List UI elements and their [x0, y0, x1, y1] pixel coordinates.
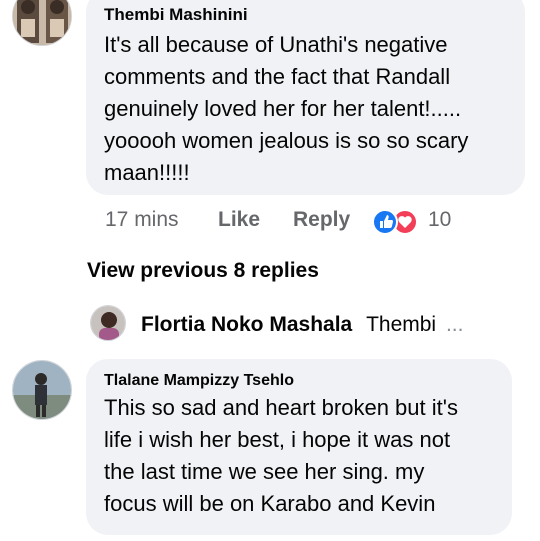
comment-text-line: It's all because of Unathi's negative — [104, 32, 448, 57]
comment-author[interactable]: Thembi Mashinini — [104, 5, 507, 25]
comment-bubble: Tlalane Mampizzy Tsehlo This so sad and … — [86, 359, 512, 535]
comment-timestamp[interactable]: 17 mins — [105, 208, 179, 231]
profile-photo-icon — [91, 306, 125, 340]
like-button[interactable]: Like — [218, 208, 260, 231]
commenter-avatar[interactable] — [12, 0, 72, 46]
comment-text-line: genuinely loved her for her talent!..... — [104, 96, 462, 121]
profile-photo-icon — [13, 361, 71, 419]
reply-snippet: Thembi — [366, 313, 437, 336]
like-button-wrap: Like — [218, 208, 260, 232]
reply-author-name[interactable]: Flortia Noko Mashala — [141, 313, 352, 336]
view-previous-replies-link[interactable]: View previous 8 replies — [87, 259, 319, 283]
comment-text-line: life i wish her best, i hope it was not — [104, 427, 451, 452]
reply-author-avatar[interactable] — [90, 305, 126, 341]
comment-text-line: yooooh women jealous is so so scary — [104, 128, 469, 153]
comment-text: It's all because of Unathi's negative co… — [104, 29, 507, 189]
profile-photo-icon — [13, 0, 71, 45]
like-icon — [372, 209, 398, 235]
reply-ellipsis: ... — [445, 313, 464, 336]
reply-preview[interactable]: Flortia Noko Mashala Thembi ... — [141, 313, 463, 337]
comment-text: This so sad and heart broken but it's li… — [104, 392, 494, 520]
comment-text-line: the last time we see her sing. my — [104, 459, 425, 484]
comment-author[interactable]: Tlalane Mampizzy Tsehlo — [104, 372, 494, 390]
comment-text-line: comments and the fact that Randall — [104, 64, 451, 89]
comment-meta-row: 17 mins — [105, 208, 179, 232]
comment-text-line: focus will be on Karabo and Kevin — [104, 491, 436, 516]
reaction-count: 10 — [428, 208, 452, 231]
comment-bubble: Thembi Mashinini It's all because of Una… — [86, 0, 525, 195]
reply-button-wrap: Reply — [293, 208, 350, 232]
commenter-avatar[interactable] — [12, 360, 72, 420]
reaction-summary[interactable]: 10 — [372, 208, 462, 236]
comment-text-line: This so sad and heart broken but it's — [104, 395, 458, 420]
reply-button[interactable]: Reply — [293, 208, 350, 231]
comment-text-line: maan!!!!! — [104, 160, 190, 185]
